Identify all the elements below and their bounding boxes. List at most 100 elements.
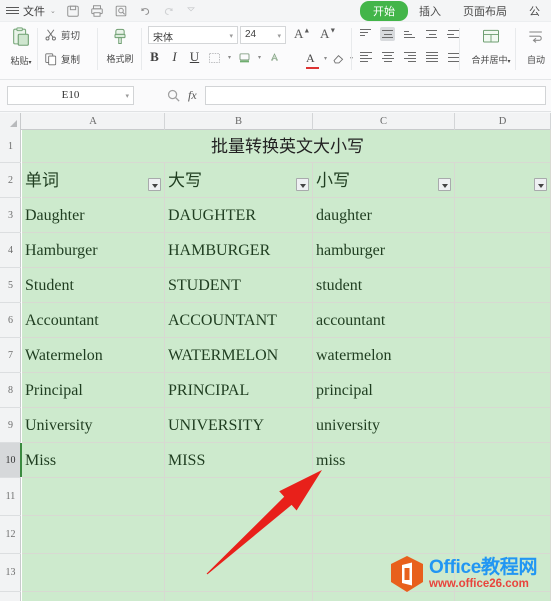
formula-input[interactable] [205, 86, 546, 105]
cell-D7[interactable] [455, 338, 551, 373]
cell-B13[interactable] [165, 554, 313, 592]
row-header-7[interactable]: 7 [0, 338, 21, 373]
chevron-down-icon[interactable]: ▾ [229, 32, 233, 40]
align-middle-icon[interactable] [380, 27, 395, 41]
font-color-button[interactable]: A [306, 49, 319, 69]
cell-C12[interactable] [313, 516, 455, 554]
copy-button[interactable]: 复制 [44, 52, 80, 66]
spreadsheet-grid[interactable]: A B C D 1234567891011121314 批量转换英文大小写单词大… [0, 113, 551, 601]
underline-button[interactable]: U [188, 49, 201, 65]
cell-B14[interactable] [165, 592, 313, 601]
column-header-b[interactable]: B [165, 113, 313, 130]
cell-C11[interactable] [313, 478, 455, 516]
file-menu-button[interactable]: 文件 [23, 3, 45, 19]
cell-B9[interactable]: UNIVERSITY [165, 408, 313, 443]
header-cell-d[interactable] [455, 163, 551, 198]
row-header-12[interactable]: 12 [0, 516, 21, 554]
align-left-icon[interactable] [358, 50, 373, 64]
undo-icon[interactable] [138, 4, 152, 18]
fill-color-caret-icon[interactable]: ▾ [258, 54, 261, 61]
cell-A4[interactable]: Hamburger [22, 233, 165, 268]
row-header-2[interactable]: 2 [0, 163, 21, 198]
cell-A9[interactable]: University [22, 408, 165, 443]
cell-C9[interactable]: university [313, 408, 455, 443]
borders-icon[interactable] [208, 51, 221, 63]
format-painter-button[interactable]: 格式刷 [102, 26, 138, 65]
filter-dropdown-a[interactable] [148, 178, 161, 191]
header-cell-a[interactable]: 单词 [22, 163, 165, 198]
cell-D3[interactable] [455, 198, 551, 233]
row-header-13[interactable]: 13 [0, 554, 21, 592]
filter-dropdown-b[interactable] [296, 178, 309, 191]
chevron-down-icon[interactable]: ▾ [277, 32, 281, 40]
cell-A13[interactable] [22, 554, 165, 592]
cell-A6[interactable]: Accountant [22, 303, 165, 338]
cell-A5[interactable]: Student [22, 268, 165, 303]
cell-C6[interactable]: accountant [313, 303, 455, 338]
cell-A7[interactable]: Watermelon [22, 338, 165, 373]
row-header-10[interactable]: 10 [0, 443, 22, 478]
cell-A8[interactable]: Principal [22, 373, 165, 408]
align-justify-icon[interactable] [424, 50, 439, 64]
customize-icon[interactable] [186, 4, 196, 18]
title-cell[interactable]: 批量转换英文大小写 [22, 130, 551, 163]
wrap-text-button[interactable]: 自动 [520, 27, 551, 66]
cell-D5[interactable] [455, 268, 551, 303]
filter-dropdown-c[interactable] [438, 178, 451, 191]
cut-button[interactable]: 剪切 [44, 28, 80, 42]
paste-button[interactable]: 粘贴▾ [4, 26, 38, 67]
font-size-select[interactable]: 24 ▾ [240, 26, 286, 44]
merge-caret-icon[interactable]: ▾ [508, 59, 511, 65]
cell-D8[interactable] [455, 373, 551, 408]
row-header-9[interactable]: 9 [0, 408, 21, 443]
cell-C5[interactable]: student [313, 268, 455, 303]
cell-B12[interactable] [165, 516, 313, 554]
cell-D10[interactable] [455, 443, 551, 478]
distribute-icon[interactable] [446, 50, 461, 64]
cell-D11[interactable] [455, 478, 551, 516]
fill-color-icon[interactable] [238, 51, 251, 63]
cell-B7[interactable]: WATERMELON [165, 338, 313, 373]
merge-center-button[interactable]: 合并居中▾ [470, 27, 512, 66]
column-header-a[interactable]: A [22, 113, 165, 130]
align-top-icon[interactable] [358, 27, 373, 41]
font-color-dropdown-caret-icon[interactable]: ▾ [324, 55, 327, 62]
redo-icon[interactable] [162, 4, 176, 18]
print-preview-icon[interactable] [114, 4, 128, 18]
eraser-icon[interactable] [332, 52, 345, 64]
cell-A3[interactable]: Daughter [22, 198, 165, 233]
row-header-3[interactable]: 3 [0, 198, 21, 233]
hamburger-icon[interactable] [6, 6, 19, 16]
row-header-6[interactable]: 6 [0, 303, 21, 338]
cell-A12[interactable] [22, 516, 165, 554]
font-name-select[interactable]: 宋体 ▾ [148, 26, 238, 44]
row-header-14[interactable]: 14 [0, 592, 21, 601]
cell-B6[interactable]: ACCOUNTANT [165, 303, 313, 338]
cell-B4[interactable]: HAMBURGER [165, 233, 313, 268]
chevron-down-icon[interactable]: ▾ [125, 88, 129, 105]
cell-D12[interactable] [455, 516, 551, 554]
header-cell-b[interactable]: 大写 [165, 163, 313, 198]
cell-D9[interactable] [455, 408, 551, 443]
cell-B10[interactable]: MISS [165, 443, 313, 478]
cell-C7[interactable]: watermelon [313, 338, 455, 373]
row-header-8[interactable]: 8 [0, 373, 21, 408]
tab-insert[interactable]: 插入 [408, 2, 452, 20]
tab-start[interactable]: 开始 [360, 1, 408, 21]
filter-dropdown-d[interactable] [534, 178, 547, 191]
cell-B8[interactable]: PRINCIPAL [165, 373, 313, 408]
header-cell-c[interactable]: 小写 [313, 163, 455, 198]
fx-label[interactable]: fx [188, 88, 197, 103]
column-header-d[interactable]: D [455, 113, 551, 130]
row-header-5[interactable]: 5 [0, 268, 21, 303]
cell-D6[interactable] [455, 303, 551, 338]
search-icon[interactable] [166, 88, 181, 103]
align-right-icon[interactable] [402, 50, 417, 64]
tab-formulas[interactable]: 公 [518, 2, 551, 20]
row-header-11[interactable]: 11 [0, 478, 21, 516]
chevron-down-icon[interactable]: ⌄ [50, 7, 56, 15]
save-icon[interactable] [66, 4, 80, 18]
cell-A10[interactable]: Miss [22, 443, 165, 478]
cell-C8[interactable]: principal [313, 373, 455, 408]
increase-indent-icon[interactable] [446, 27, 461, 41]
